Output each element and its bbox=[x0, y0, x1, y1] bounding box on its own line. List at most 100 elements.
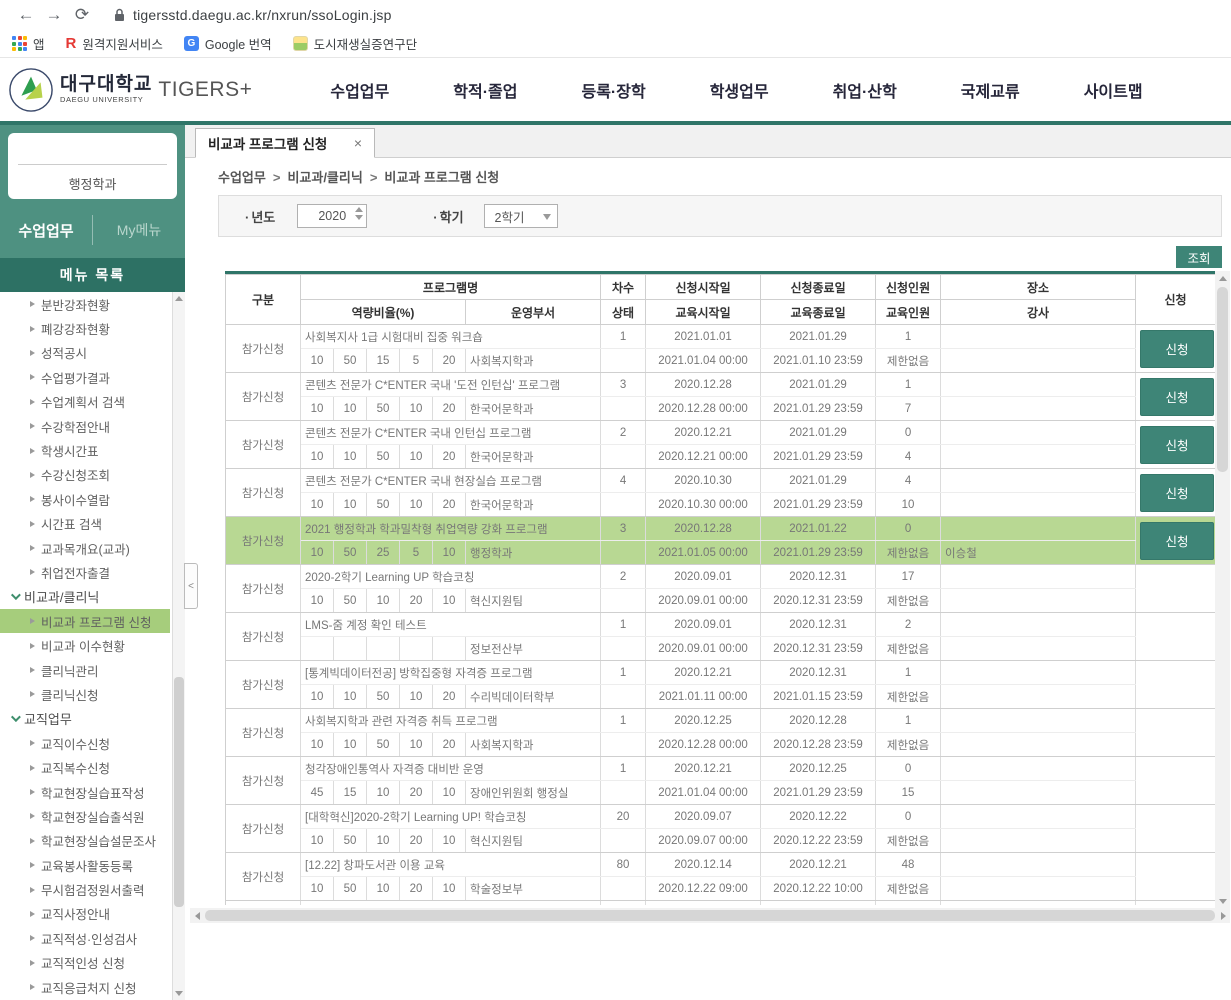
sidebar-item-3[interactable]: 수업평가결과 bbox=[0, 365, 170, 389]
nav-item-1[interactable]: 학적·졸업 bbox=[453, 78, 517, 102]
spinner-up-icon[interactable] bbox=[355, 207, 363, 212]
nav-item-4[interactable]: 취업·산학 bbox=[833, 78, 897, 102]
sidebar-item-18[interactable]: 교직이수신청 bbox=[0, 731, 170, 755]
sidebar-item-6[interactable]: 학생시간표 bbox=[0, 438, 170, 462]
year-spinner[interactable] bbox=[355, 207, 363, 220]
sidebar-item-28[interactable]: 교직응급처지 신청 bbox=[0, 975, 170, 999]
scroll-down-icon[interactable] bbox=[173, 987, 185, 1000]
apply-button[interactable]: 신청 bbox=[1140, 378, 1214, 416]
scroll-thumb[interactable] bbox=[205, 910, 1215, 921]
sidebar-item-11[interactable]: 취업전자출결 bbox=[0, 560, 170, 584]
sidebar-tab-primary[interactable]: 수업업무 bbox=[0, 220, 92, 241]
sidebar-item-24[interactable]: 무시험검정원서출력 bbox=[0, 877, 170, 901]
sidebar-collapse-handle[interactable]: < bbox=[184, 563, 198, 609]
sidebar-item-21[interactable]: 학교현장실습출석원 bbox=[0, 804, 170, 828]
col-round: 차수 bbox=[601, 275, 646, 300]
sidebar-item-15[interactable]: 클리닉관리 bbox=[0, 658, 170, 682]
sidebar-item-27[interactable]: 교직적인성 신청 bbox=[0, 951, 170, 975]
round-cell: 1 bbox=[601, 613, 646, 637]
back-button[interactable]: ← bbox=[12, 5, 40, 25]
forward-button[interactable]: → bbox=[40, 5, 68, 25]
sidebar-item-10[interactable]: 교과목개요(교과) bbox=[0, 536, 170, 560]
sidebar-item-12[interactable]: 비교과/클리닉 bbox=[0, 585, 170, 609]
nav-item-0[interactable]: 수업업무 bbox=[330, 78, 389, 102]
place-cell bbox=[941, 757, 1136, 781]
search-button[interactable]: 조회 bbox=[1176, 246, 1222, 268]
scroll-up-icon[interactable] bbox=[173, 292, 185, 305]
sidebar-item-7[interactable]: 수강신청조회 bbox=[0, 463, 170, 487]
instructor-cell: 이승철 bbox=[941, 541, 1136, 565]
place-cell bbox=[941, 373, 1136, 397]
edu-end-cell: 2021.01.29 23:59 bbox=[761, 397, 876, 421]
url-text[interactable]: tigersstd.daegu.ac.kr/nxrun/ssoLogin.jsp bbox=[133, 7, 392, 23]
sidebar-item-19[interactable]: 교직복수신청 bbox=[0, 755, 170, 779]
sidebar-item-label: 취업전자출결 bbox=[41, 563, 110, 582]
nav-item-6[interactable]: 사이트맵 bbox=[1084, 78, 1143, 102]
nav-item-3[interactable]: 학생업무 bbox=[710, 78, 769, 102]
triangle-right-icon bbox=[30, 887, 35, 893]
ratio-cell: 10 bbox=[334, 493, 367, 517]
menu-title: 메뉴 목록 bbox=[0, 258, 185, 292]
reload-button[interactable]: ⟳ bbox=[68, 5, 96, 25]
triangle-right-icon bbox=[30, 569, 35, 575]
sidebar-item-26[interactable]: 교직적성·인성검사 bbox=[0, 926, 170, 950]
vertical-scrollbar[interactable] bbox=[1215, 271, 1230, 908]
nav-item-2[interactable]: 등록·장학 bbox=[581, 78, 645, 102]
col-program: 프로그램명 bbox=[301, 275, 601, 300]
apply-button[interactable]: 신청 bbox=[1140, 426, 1214, 464]
scroll-up-icon[interactable] bbox=[1215, 271, 1230, 285]
ratio-cell: 25 bbox=[367, 541, 400, 565]
nav-item-5[interactable]: 국제교류 bbox=[961, 78, 1020, 102]
content-tab[interactable]: 비교과 프로그램 신청 × bbox=[195, 128, 375, 158]
apply-button[interactable]: 신청 bbox=[1140, 474, 1214, 512]
edu-end-cell: 2021.01.29 23:59 bbox=[761, 493, 876, 517]
bookmark-item-2[interactable]: GGoogle 번역 bbox=[184, 34, 272, 53]
sidebar-item-25[interactable]: 교직사정안내 bbox=[0, 902, 170, 926]
dept-cell: 수리빅데이터학부 bbox=[466, 685, 601, 709]
tab-close-icon[interactable]: × bbox=[354, 135, 362, 151]
apply-button[interactable]: 신청 bbox=[1140, 330, 1214, 368]
sidebar-tab-secondary[interactable]: My메뉴 bbox=[93, 220, 185, 240]
sidebar-item-9[interactable]: 시간표 검색 bbox=[0, 512, 170, 536]
scroll-thumb[interactable] bbox=[174, 677, 184, 907]
apply-cell: 신청 bbox=[1136, 469, 1215, 517]
sidebar-item-5[interactable]: 수강학점안내 bbox=[0, 414, 170, 438]
bookmark-item-3[interactable]: 도시재생실증연구단 bbox=[293, 34, 418, 53]
bookmark-item-1[interactable]: R원격지원서비스 bbox=[66, 34, 163, 53]
sidebar-item-16[interactable]: 클리닉신청 bbox=[0, 682, 170, 706]
sidebar-item-2[interactable]: 성적공시 bbox=[0, 341, 170, 365]
sidebar-item-20[interactable]: 학교현장실습표작성 bbox=[0, 780, 170, 804]
sidebar-item-22[interactable]: 학교현장실습설문조사 bbox=[0, 829, 170, 853]
edu-count-cell: 제한없음 bbox=[876, 829, 941, 853]
apply-end-cell: 2020.12.25 bbox=[761, 757, 876, 781]
sidebar-tabs: 수업업무 My메뉴 bbox=[0, 205, 185, 255]
sidebar-item-17[interactable]: 교직업무 bbox=[0, 707, 170, 731]
program-name-cell: [통계빅데이터전공] 방학집중형 자격증 프로그램 bbox=[301, 661, 601, 685]
scroll-right-icon[interactable] bbox=[1216, 908, 1230, 923]
ratio-cell: 20 bbox=[433, 493, 466, 517]
triangle-right-icon bbox=[30, 862, 35, 868]
sidebar-item-14[interactable]: 비교과 이수현황 bbox=[0, 633, 170, 657]
apply-button[interactable]: 신청 bbox=[1140, 522, 1214, 560]
spinner-down-icon[interactable] bbox=[355, 215, 363, 220]
sidebar-item-23[interactable]: 교육봉사활동등록 bbox=[0, 853, 170, 877]
sidebar-scrollbar[interactable] bbox=[172, 292, 185, 1000]
university-logo[interactable]: 대구대학교 DAEGU UNIVERSITY TIGERS+ bbox=[8, 67, 252, 113]
sidebar-item-13[interactable]: 비교과 프로그램 신청 bbox=[0, 609, 170, 633]
scroll-thumb[interactable] bbox=[1217, 287, 1228, 472]
sidebar-item-0[interactable]: 분반강좌현황 bbox=[0, 292, 170, 316]
apply-end-cell: 2020.12.31 bbox=[761, 565, 876, 589]
horizontal-scrollbar[interactable] bbox=[190, 908, 1230, 923]
sidebar-item-1[interactable]: 폐강강좌현황 bbox=[0, 316, 170, 340]
year-input[interactable]: 2020 bbox=[297, 204, 367, 228]
sidebar-item-4[interactable]: 수업계획서 검색 bbox=[0, 390, 170, 414]
scroll-left-icon[interactable] bbox=[190, 908, 204, 923]
apply-start-cell: 2020.09.01 bbox=[646, 613, 761, 637]
apply-cell bbox=[1136, 853, 1215, 901]
scroll-down-icon[interactable] bbox=[1215, 894, 1230, 908]
semester-select[interactable]: 2학기 bbox=[484, 204, 558, 228]
bookmark-item-0[interactable]: 앱 bbox=[12, 34, 45, 53]
instructor-cell bbox=[941, 685, 1136, 709]
chevron-down-icon bbox=[11, 712, 21, 722]
sidebar-item-8[interactable]: 봉사이수열람 bbox=[0, 487, 170, 511]
